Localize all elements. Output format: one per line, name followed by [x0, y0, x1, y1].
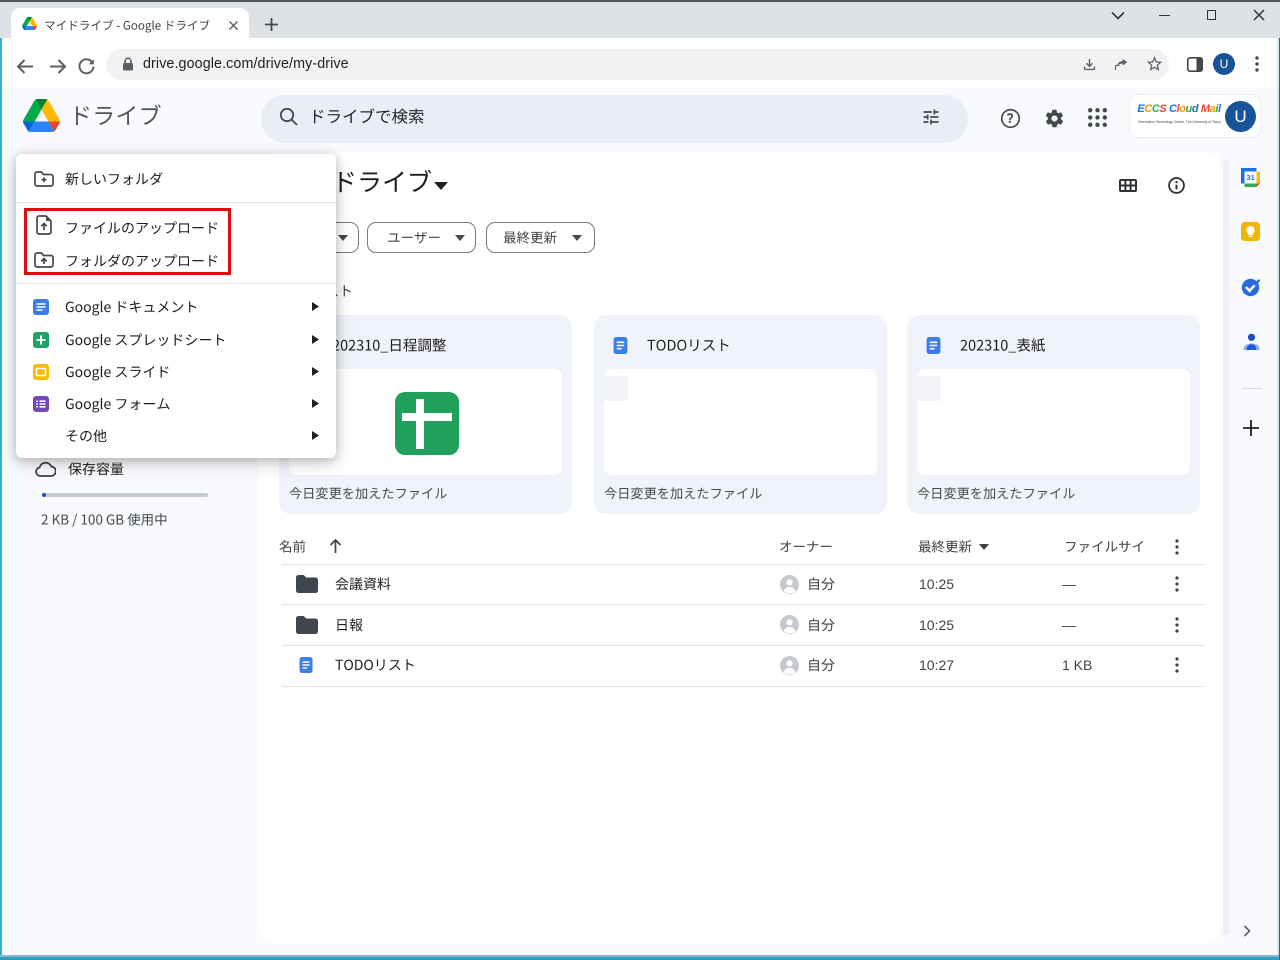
svg-text:31: 31 — [1246, 173, 1255, 182]
